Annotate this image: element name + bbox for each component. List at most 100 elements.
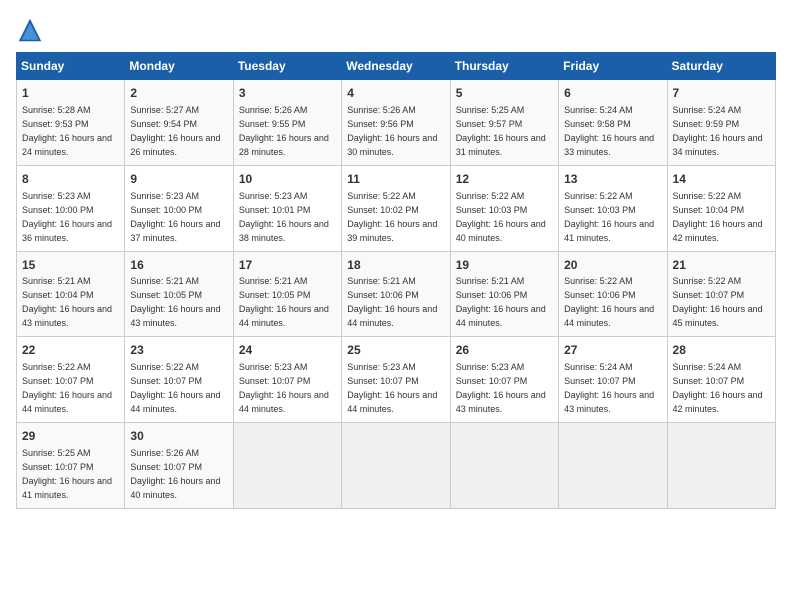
day-number: 7 (673, 85, 770, 102)
day-number: 15 (22, 257, 119, 274)
calendar-header-tuesday: Tuesday (233, 53, 341, 80)
calendar-cell: 9Sunrise: 5:23 AMSunset: 10:00 PMDayligh… (125, 165, 233, 251)
day-sunrise: Sunrise: 5:24 AM (564, 105, 633, 115)
day-sunrise: Sunrise: 5:22 AM (673, 191, 742, 201)
calendar-cell: 17Sunrise: 5:21 AMSunset: 10:05 PMDaylig… (233, 251, 341, 337)
day-sunrise: Sunrise: 5:21 AM (130, 276, 199, 286)
day-number: 21 (673, 257, 770, 274)
day-number: 5 (456, 85, 553, 102)
day-number: 12 (456, 171, 553, 188)
logo-icon (16, 16, 44, 44)
day-number: 23 (130, 342, 227, 359)
day-daylight: Daylight: 16 hours and 39 minutes. (347, 219, 437, 243)
day-daylight: Daylight: 16 hours and 24 minutes. (22, 133, 112, 157)
day-daylight: Daylight: 16 hours and 38 minutes. (239, 219, 329, 243)
day-number: 6 (564, 85, 661, 102)
day-sunrise: Sunrise: 5:22 AM (456, 191, 525, 201)
day-number: 17 (239, 257, 336, 274)
day-number: 22 (22, 342, 119, 359)
day-daylight: Daylight: 16 hours and 44 minutes. (239, 390, 329, 414)
day-sunset: Sunset: 10:07 PM (130, 462, 202, 472)
day-daylight: Daylight: 16 hours and 44 minutes. (130, 390, 220, 414)
calendar-cell (342, 423, 450, 509)
calendar-cell: 7Sunrise: 5:24 AMSunset: 9:59 PMDaylight… (667, 80, 775, 166)
calendar-cell: 2 Sunrise: 5:27 AM Sunset: 9:54 PM Daylight… (125, 80, 233, 166)
day-sunrise: Sunrise: 5:24 AM (673, 362, 742, 372)
day-number: 2 (130, 85, 227, 102)
calendar-cell (559, 423, 667, 509)
day-sunrise: Sunrise: 5:22 AM (22, 362, 91, 372)
day-sunrise: Sunrise: 5:22 AM (347, 191, 416, 201)
day-sunset: Sunset: 9:59 PM (673, 119, 740, 129)
day-sunrise: Sunrise: 5:23 AM (130, 191, 199, 201)
day-number: 10 (239, 171, 336, 188)
day-sunset: Sunset: 10:00 PM (130, 205, 202, 215)
day-sunset: Sunset: 10:06 PM (347, 290, 419, 300)
calendar-cell: 24Sunrise: 5:23 AMSunset: 10:07 PMDaylig… (233, 337, 341, 423)
day-sunrise: Sunrise: 5:22 AM (564, 191, 633, 201)
day-daylight: Daylight: 16 hours and 40 minutes. (456, 219, 546, 243)
day-number: 8 (22, 171, 119, 188)
day-number: 25 (347, 342, 444, 359)
calendar-cell: 30Sunrise: 5:26 AMSunset: 10:07 PMDaylig… (125, 423, 233, 509)
day-sunset: Sunset: 10:07 PM (239, 376, 311, 386)
day-sunrise: Sunrise: 5:23 AM (22, 191, 91, 201)
calendar-cell (450, 423, 558, 509)
calendar-cell: 8Sunrise: 5:23 AMSunset: 10:00 PMDayligh… (17, 165, 125, 251)
day-daylight: Daylight: 16 hours and 44 minutes. (456, 304, 546, 328)
day-daylight: Daylight: 16 hours and 33 minutes. (564, 133, 654, 157)
day-sunset: Sunset: 9:53 PM (22, 119, 89, 129)
day-number: 16 (130, 257, 227, 274)
day-sunset: Sunset: 9:56 PM (347, 119, 414, 129)
day-sunset: Sunset: 10:00 PM (22, 205, 94, 215)
calendar-week-row: 22 Sunrise: 5:22 AM Sunset: 10:07 PM Daylig… (17, 337, 776, 423)
day-sunrise: Sunrise: 5:24 AM (673, 105, 742, 115)
day-daylight: Daylight: 16 hours and 42 minutes. (673, 390, 763, 414)
calendar-header-thursday: Thursday (450, 53, 558, 80)
day-sunrise: Sunrise: 5:26 AM (130, 448, 199, 458)
calendar-header-friday: Friday (559, 53, 667, 80)
day-daylight: Daylight: 16 hours and 30 minutes. (347, 133, 437, 157)
day-number: 3 (239, 85, 336, 102)
day-sunrise: Sunrise: 5:27 AM (130, 105, 199, 115)
day-daylight: Daylight: 16 hours and 31 minutes. (456, 133, 546, 157)
day-number: 11 (347, 171, 444, 188)
calendar-cell: 19Sunrise: 5:21 AMSunset: 10:06 PMDaylig… (450, 251, 558, 337)
calendar-cell: 28Sunrise: 5:24 AMSunset: 10:07 PMDaylig… (667, 337, 775, 423)
calendar-cell: 3Sunrise: 5:26 AMSunset: 9:55 PMDaylight… (233, 80, 341, 166)
day-sunrise: Sunrise: 5:22 AM (564, 276, 633, 286)
calendar-cell: 1Sunrise: 5:28 AMSunset: 9:53 PMDaylight… (17, 80, 125, 166)
calendar-cell: 20Sunrise: 5:22 AMSunset: 10:06 PMDaylig… (559, 251, 667, 337)
day-number: 26 (456, 342, 553, 359)
day-number: 14 (673, 171, 770, 188)
day-daylight: Daylight: 16 hours and 44 minutes. (564, 304, 654, 328)
day-number: 19 (456, 257, 553, 274)
day-sunset: Sunset: 10:07 PM (673, 376, 745, 386)
day-sunset: Sunset: 10:02 PM (347, 205, 419, 215)
day-sunset: Sunset: 9:55 PM (239, 119, 306, 129)
day-sunrise: Sunrise: 5:25 AM (456, 105, 525, 115)
day-sunrise: Sunrise: 5:26 AM (347, 105, 416, 115)
day-sunrise: Sunrise: 5:22 AM (673, 276, 742, 286)
calendar-week-row: 8 Sunrise: 5:23 AM Sunset: 10:00 PM Dayligh… (17, 165, 776, 251)
calendar-week-row: 1Sunrise: 5:28 AMSunset: 9:53 PMDaylight… (17, 80, 776, 166)
day-sunset: Sunset: 9:54 PM (130, 119, 197, 129)
day-sunset: Sunset: 9:58 PM (564, 119, 631, 129)
day-sunset: Sunset: 10:07 PM (673, 290, 745, 300)
day-daylight: Daylight: 16 hours and 43 minutes. (130, 304, 220, 328)
day-sunset: Sunset: 10:04 PM (22, 290, 94, 300)
day-sunrise: Sunrise: 5:23 AM (456, 362, 525, 372)
day-sunset: Sunset: 10:06 PM (456, 290, 528, 300)
calendar-week-row: 29Sunrise: 5:25 AMSunset: 10:07 PMDaylig… (17, 423, 776, 509)
calendar-cell: 5Sunrise: 5:25 AMSunset: 9:57 PMDaylight… (450, 80, 558, 166)
day-daylight: Daylight: 16 hours and 41 minutes. (22, 476, 112, 500)
calendar-header-wednesday: Wednesday (342, 53, 450, 80)
day-daylight: Daylight: 16 hours and 44 minutes. (347, 304, 437, 328)
day-sunset: Sunset: 10:07 PM (22, 462, 94, 472)
day-daylight: Daylight: 16 hours and 37 minutes. (130, 219, 220, 243)
calendar-cell: 15Sunrise: 5:21 AMSunset: 10:04 PMDaylig… (17, 251, 125, 337)
calendar-header-sunday: Sunday (17, 53, 125, 80)
day-daylight: Daylight: 16 hours and 26 minutes. (130, 133, 220, 157)
calendar-cell: 10Sunrise: 5:23 AMSunset: 10:01 PMDaylig… (233, 165, 341, 251)
day-sunrise: Sunrise: 5:23 AM (347, 362, 416, 372)
